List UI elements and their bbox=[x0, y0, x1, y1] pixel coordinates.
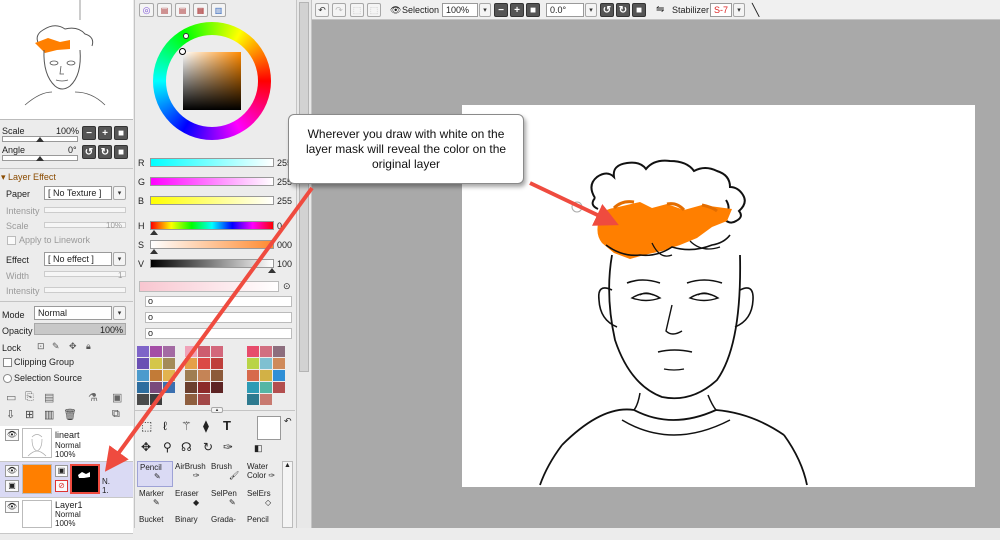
arrow-to-canvas bbox=[529, 181, 619, 226]
annotation-arrows bbox=[104, 181, 619, 472]
arrow-to-mask bbox=[104, 186, 314, 472]
